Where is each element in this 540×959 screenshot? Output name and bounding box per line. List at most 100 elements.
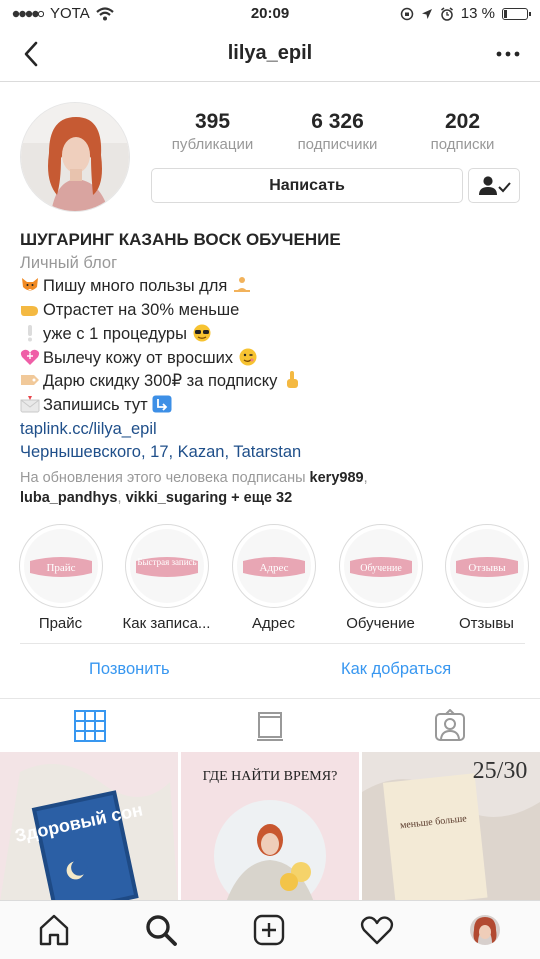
stat-posts[interactable]: 395 публикации	[150, 110, 275, 153]
post-headline: ГДЕ НАЙТИ ВРЕМЯ?	[203, 767, 338, 784]
highlight-training[interactable]: Обучение Обучение	[327, 524, 434, 632]
divider	[20, 643, 525, 644]
highlight-ring: Прайс	[18, 524, 103, 608]
profile-avatar-icon[interactable]	[468, 913, 502, 947]
call-button[interactable]: Позвонить	[89, 660, 170, 679]
heart-icon[interactable]	[360, 913, 394, 947]
sunglasses-emoji	[193, 324, 211, 342]
alarm-icon	[440, 6, 453, 21]
highlight-cover: Быстрая запись	[129, 529, 204, 603]
search-icon[interactable]	[144, 913, 178, 947]
stat-following-label: подписки	[430, 136, 495, 153]
post-thumbnail-2[interactable]: ГДЕ НАЙТИ ВРЕМЯ?	[181, 752, 359, 902]
highlight-address[interactable]: Адрес Адрес	[220, 524, 327, 632]
exclamation-emoji	[28, 324, 32, 342]
tag-emoji	[21, 375, 39, 386]
brush-stroke-icon: Быстрая запись	[135, 557, 198, 577]
stat-followers-count: 6 326	[311, 110, 364, 133]
followed-by-user-1[interactable]: kery989	[310, 470, 364, 486]
brush-stroke-icon: Обучение	[349, 557, 412, 577]
post-image: меньше больше 25/30	[362, 752, 540, 902]
bio-website-link[interactable]: taplink.cc/lilya_epil	[20, 418, 525, 442]
stat-posts-count: 395	[194, 110, 231, 133]
highlight-label: Отзывы	[459, 615, 514, 632]
following-button[interactable]	[468, 168, 520, 203]
highlight-label: Как записа...	[122, 615, 211, 632]
highlight-booking[interactable]: Быстрая запись Как записа...	[113, 524, 220, 632]
directions-button[interactable]: Как добраться	[341, 660, 451, 679]
wink-emoji	[239, 348, 257, 366]
highlight-cover-text: Обучение	[360, 563, 402, 574]
profile-category: Личный блог	[20, 253, 118, 272]
envelope-emoji	[20, 395, 40, 413]
followed-by-user-3[interactable]: vikki_sugaring	[126, 490, 228, 506]
highlight-cover: Отзывы	[449, 529, 524, 603]
add-post-icon[interactable]	[252, 913, 286, 947]
bio-line-4: Вылечу кожу от вросших	[20, 347, 525, 371]
tagged-icon[interactable]	[433, 709, 467, 743]
profile-avatar[interactable]	[20, 102, 130, 212]
bio-line-2-text: Отрастет на 30% меньше	[43, 301, 240, 320]
home-icon[interactable]	[37, 913, 71, 947]
bio-line-5: Дарю скидку 300₽ за подписку	[20, 370, 525, 394]
highlight-ring: Отзывы	[444, 524, 529, 608]
post-image: ГДЕ НАЙТИ ВРЕМЯ?	[181, 752, 359, 902]
heart-emoji	[20, 349, 40, 365]
highlight-cover-text: Адрес	[259, 562, 288, 574]
post-thumbnail-3[interactable]: меньше больше 25/30	[362, 752, 540, 902]
bio-line-2: Отрастет на 30% меньше	[20, 299, 525, 323]
followed-by-more[interactable]: + еще 32	[231, 490, 292, 506]
story-highlights: Прайс Прайс Быстрая запись Как записа...…	[0, 524, 540, 636]
highlight-price[interactable]: Прайс Прайс	[7, 524, 114, 632]
pointing-up-emoji	[287, 371, 299, 389]
avatar-photo	[21, 103, 129, 211]
bottom-tab-bar	[0, 900, 540, 959]
feed-icon[interactable]	[253, 709, 287, 743]
profile-bio: ШУГАРИНГ КАЗАНЬ ВОСК ОБУЧЕНИЕ Личный бло…	[20, 228, 525, 465]
battery-percent: 13 %	[460, 5, 495, 22]
arrow-down-right-emoji	[152, 395, 172, 413]
highlight-cover: Прайс	[23, 529, 98, 603]
highlight-cover-text: Быстрая запись	[137, 557, 196, 567]
followed-by-user-2[interactable]: luba_pandhys	[20, 490, 118, 506]
profile-tabs	[0, 698, 540, 752]
highlight-reviews[interactable]: Отзывы Отзывы	[433, 524, 540, 632]
highlight-ring: Обучение	[338, 524, 423, 608]
highlight-cover: Обучение	[343, 529, 418, 603]
highlight-cover-text: Отзывы	[468, 562, 506, 574]
bio-address-link[interactable]: Чернышевского, 17, Kazan, Tatarstan	[20, 441, 525, 465]
grid-icon[interactable]	[73, 709, 107, 743]
highlight-ring: Быстрая запись	[124, 524, 209, 608]
profile-header: lilya_epil	[0, 28, 540, 82]
post-image: Здоровый сон	[0, 752, 178, 902]
ellipsis-icon[interactable]	[494, 42, 522, 66]
highlight-ring: Адрес	[231, 524, 316, 608]
highlight-cover: Адрес	[236, 529, 311, 603]
bio-line-6: Запишись тут	[20, 394, 525, 418]
post-thumbnail-1[interactable]: Здоровый сон	[0, 752, 178, 902]
stat-following[interactable]: 202 подписки	[400, 110, 525, 153]
bio-line-6-text: Запишись тут	[43, 395, 148, 414]
followed-by[interactable]: На обновления этого человека подписаны k…	[20, 468, 525, 508]
highlight-label: Адрес	[252, 615, 295, 632]
post-counter: 25/30	[473, 758, 528, 784]
message-button[interactable]: Написать	[151, 168, 463, 203]
stat-followers-label: подписчики	[297, 136, 378, 153]
brush-stroke-icon: Адрес	[242, 557, 305, 577]
bio-line-3-text: уже с 1 процедуры	[43, 324, 187, 343]
followed-by-prefix: На обновления этого человека подписаны	[20, 470, 306, 486]
rotation-lock-icon	[400, 7, 414, 20]
stat-following-count: 202	[444, 110, 481, 133]
highlight-label: Обучение	[346, 615, 415, 632]
bio-line-4-text: Вылечу кожу от вросших	[43, 348, 234, 367]
bio-line-3: уже с 1 процедуры	[20, 323, 525, 347]
profile-stats: 395 публикации 6 326 подписчики 202 подп…	[150, 110, 525, 153]
status-right: 13 %	[400, 5, 531, 22]
highlight-label: Прайс	[38, 615, 83, 632]
stat-followers[interactable]: 6 326 подписчики	[275, 110, 400, 153]
fox-emoji	[22, 278, 38, 291]
bio-line-5-text: Дарю скидку 300₽ за подписку	[43, 372, 278, 391]
battery-level	[504, 9, 507, 18]
meditation-emoji	[233, 277, 250, 293]
bio-line-1-text: Пишу много пользы для	[43, 277, 228, 296]
